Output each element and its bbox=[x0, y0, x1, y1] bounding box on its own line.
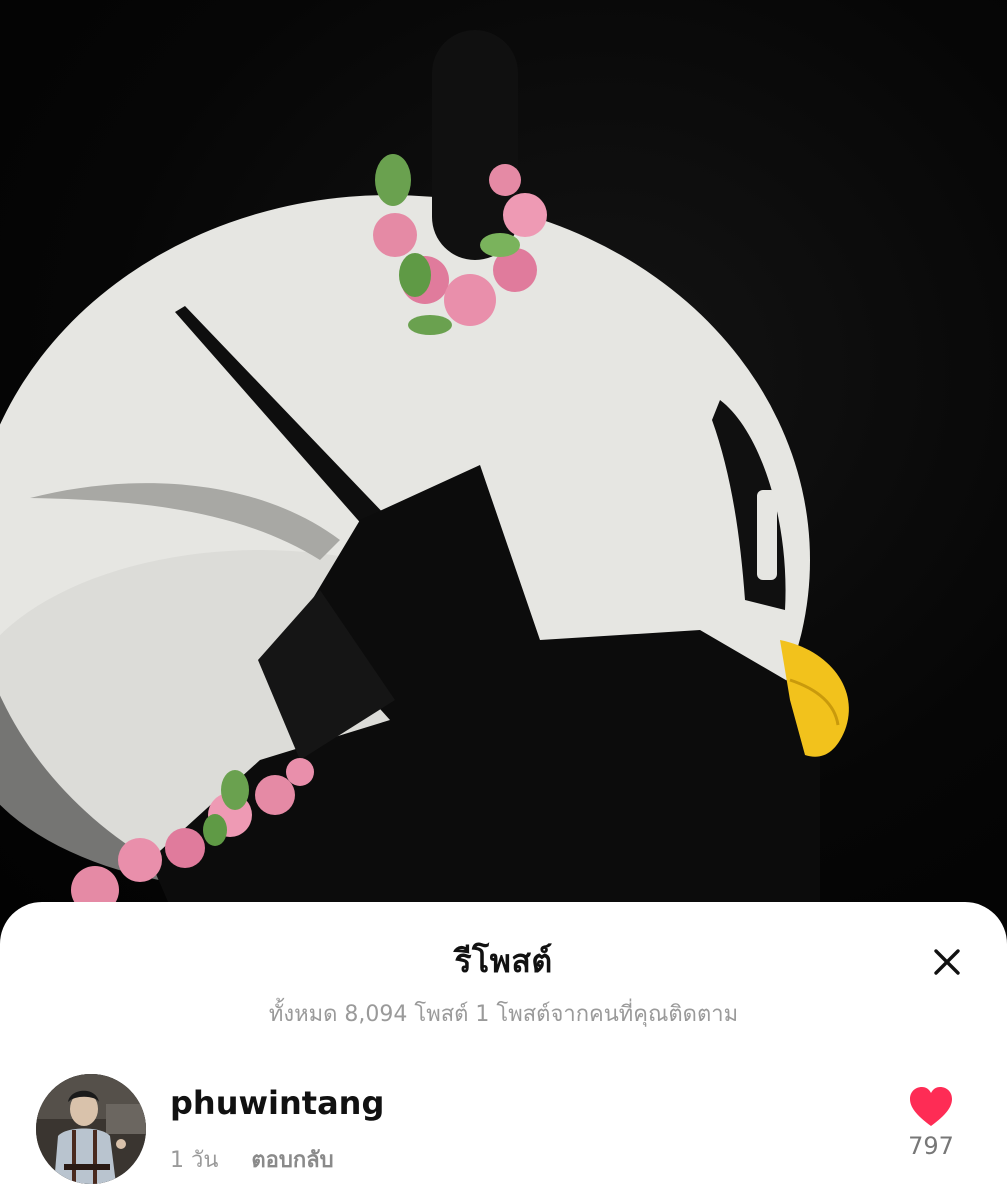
repost-list-item[interactable]: phuwintang 1 วัน ตอบกลับ 797 bbox=[36, 1072, 971, 1188]
repost-time: 1 วัน bbox=[170, 1148, 219, 1173]
repost-screen: รีโพสต์ ทั้งหมด 8,094 โพสต์ 1 โพสต์จากคน… bbox=[0, 0, 1007, 1200]
mascot-antenna bbox=[432, 30, 518, 260]
avatar-image bbox=[36, 1074, 146, 1184]
repost-summary: ทั้งหมด 8,094 โพสต์ 1 โพสต์จากคนที่คุณติ… bbox=[268, 1002, 739, 1027]
repost-sheet: รีโพสต์ ทั้งหมด 8,094 โพสต์ 1 โพสต์จากคน… bbox=[0, 902, 1007, 1200]
video-player[interactable] bbox=[0, 0, 1007, 930]
username[interactable]: phuwintang bbox=[170, 1084, 384, 1122]
like-count: 797 bbox=[908, 1132, 954, 1160]
close-button[interactable] bbox=[927, 942, 967, 982]
repost-meta: 1 วัน ตอบกลับ bbox=[170, 1142, 334, 1177]
sheet-title: รีโพสต์ bbox=[454, 942, 553, 980]
like-control[interactable]: 797 bbox=[891, 1086, 971, 1160]
heart-icon[interactable] bbox=[908, 1086, 954, 1128]
close-icon bbox=[934, 949, 960, 975]
reply-button[interactable]: ตอบกลับ bbox=[251, 1148, 333, 1173]
avatar[interactable] bbox=[36, 1074, 146, 1184]
video-frame-illustration bbox=[0, 30, 849, 930]
